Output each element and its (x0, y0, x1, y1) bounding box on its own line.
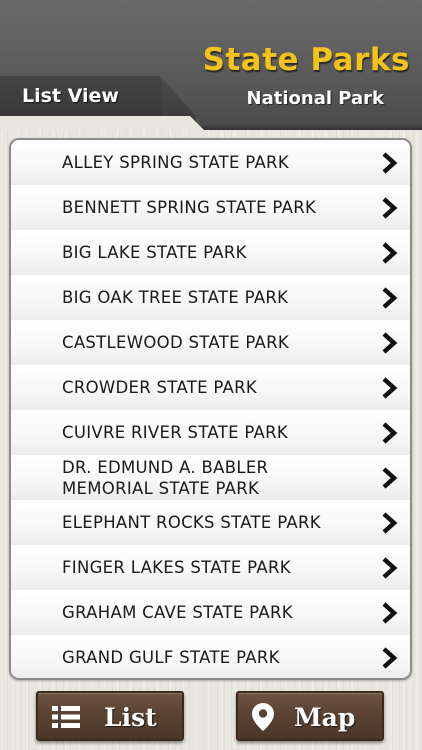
map-button[interactable]: Map (236, 691, 384, 741)
list-item[interactable]: FINGER LAKES STATE PARK (11, 545, 410, 591)
header-bar: State Parks National Park (0, 0, 422, 130)
park-name: BIG OAK TREE STATE PARK (62, 288, 289, 307)
chevron-right-icon (382, 151, 398, 174)
list-item[interactable]: BIG OAK TREE STATE PARK (11, 275, 410, 321)
chevron-right-icon (382, 466, 398, 489)
list-item[interactable]: DR. EDMUND A. BABLER MEMORIAL STATE PARK (11, 455, 410, 501)
chevron-right-icon (382, 646, 398, 669)
list-item[interactable]: CASTLEWOOD STATE PARK (11, 320, 410, 366)
map-button-label: Map (294, 703, 356, 732)
list-item[interactable]: CROWDER STATE PARK (11, 365, 410, 411)
app-subtitle: National Park (246, 88, 384, 109)
list-button-label: List (104, 703, 157, 732)
list-item[interactable]: ELEPHANT ROCKS STATE PARK (11, 500, 410, 546)
park-name: CASTLEWOOD STATE PARK (62, 333, 290, 352)
park-name: GRAND GULF STATE PARK (62, 648, 280, 667)
chevron-right-icon (382, 286, 398, 309)
list-item[interactable]: ALLEY SPRING STATE PARK (11, 140, 410, 186)
park-name: BIG LAKE STATE PARK (62, 243, 247, 262)
park-name: DR. EDMUND A. BABLER MEMORIAL STATE PARK (62, 457, 269, 498)
list-item[interactable]: BIG LAKE STATE PARK (11, 230, 410, 276)
tab-notch (0, 116, 204, 130)
app-title: State Parks (202, 42, 410, 78)
chevron-right-icon (382, 601, 398, 624)
park-name: CROWDER STATE PARK (62, 378, 258, 397)
park-name: CUIVRE RIVER STATE PARK (62, 423, 289, 442)
chevron-right-icon (382, 556, 398, 579)
chevron-right-icon (382, 241, 398, 264)
park-name: ELEPHANT ROCKS STATE PARK (62, 513, 321, 532)
park-list[interactable]: ALLEY SPRING STATE PARK BENNETT SPRING S… (9, 138, 412, 680)
list-item[interactable]: GRAHAM CAVE STATE PARK (11, 590, 410, 636)
chevron-right-icon (382, 376, 398, 399)
chevron-right-icon (382, 421, 398, 444)
chevron-right-icon (382, 196, 398, 219)
chevron-right-icon (382, 331, 398, 354)
chevron-right-icon (382, 511, 398, 534)
park-name: BENNETT SPRING STATE PARK (62, 198, 317, 217)
list-view-tab[interactable]: List View (22, 85, 119, 107)
park-name: FINGER LAKES STATE PARK (62, 558, 291, 577)
list-icon (52, 706, 80, 728)
park-name: GRAHAM CAVE STATE PARK (62, 603, 293, 622)
list-item[interactable]: GRAND GULF STATE PARK (11, 635, 410, 678)
list-item[interactable]: CUIVRE RIVER STATE PARK (11, 410, 410, 456)
park-name: ALLEY SPRING STATE PARK (62, 153, 289, 172)
list-item[interactable]: BENNETT SPRING STATE PARK (11, 185, 410, 231)
map-pin-icon (252, 703, 274, 731)
list-button[interactable]: List (36, 691, 184, 741)
